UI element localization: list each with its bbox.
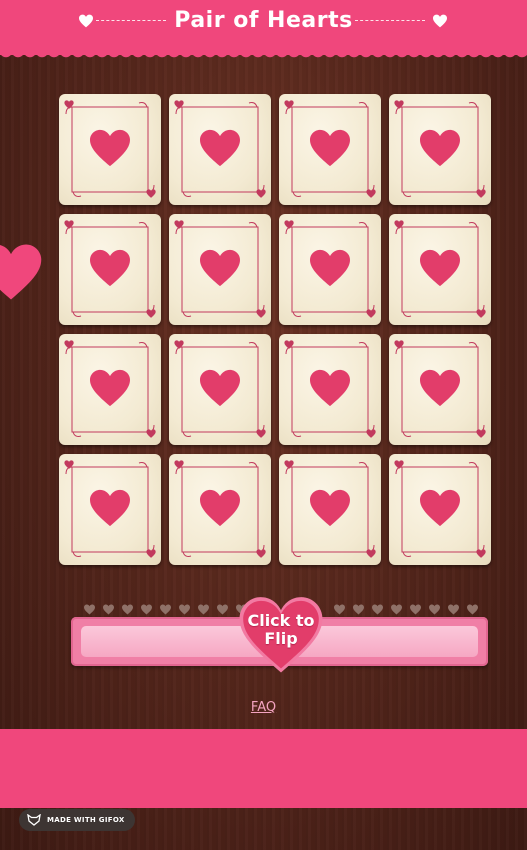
progress-dot-heart-icon: [178, 600, 191, 615]
corner-heart-icon: [256, 309, 266, 318]
progress-dot-heart-icon: [390, 600, 403, 615]
progress-dot-heart-icon: [428, 600, 441, 615]
card[interactable]: [59, 94, 161, 205]
corner-heart-icon: [476, 429, 486, 438]
heart-icon: [200, 129, 240, 167]
card[interactable]: [279, 94, 381, 205]
heart-icon: [310, 489, 350, 527]
progress-dots-left: [83, 600, 248, 615]
card[interactable]: [279, 334, 381, 445]
header-scallop-edge: [0, 51, 527, 63]
heart-icon: [433, 14, 447, 28]
card[interactable]: [169, 214, 271, 325]
corner-heart-icon: [146, 429, 156, 438]
title-divider-right: [355, 20, 425, 21]
progress-dot-heart-icon: [159, 600, 172, 615]
card[interactable]: [59, 334, 161, 445]
corner-heart-icon: [146, 549, 156, 558]
corner-heart-icon: [366, 309, 376, 318]
heart-icon: [420, 489, 460, 527]
card[interactable]: [389, 94, 491, 205]
progress-dot-heart-icon: [83, 600, 96, 615]
progress-dot-heart-icon: [371, 600, 384, 615]
progress-dot-heart-icon: [466, 600, 479, 615]
progress-dots-right: [333, 600, 479, 615]
progress-dot-heart-icon: [121, 600, 134, 615]
progress-dot-heart-icon: [216, 600, 229, 615]
card[interactable]: [389, 454, 491, 565]
footer-bar: [0, 729, 527, 808]
heart-icon: [310, 129, 350, 167]
progress-dot-heart-icon: [447, 600, 460, 615]
progress-dot-heart-icon: [333, 600, 346, 615]
card[interactable]: [59, 214, 161, 325]
card[interactable]: [279, 214, 381, 325]
fox-icon: [27, 814, 41, 826]
corner-heart-icon: [256, 549, 266, 558]
corner-heart-icon: [366, 429, 376, 438]
card[interactable]: [389, 334, 491, 445]
heart-icon: [310, 249, 350, 287]
heart-icon: [200, 369, 240, 407]
card[interactable]: [59, 454, 161, 565]
progress-dot-heart-icon: [140, 600, 153, 615]
corner-heart-icon: [476, 309, 486, 318]
heart-icon: [420, 249, 460, 287]
corner-heart-icon: [476, 189, 486, 198]
flip-heart-button[interactable]: [236, 595, 326, 675]
progress-dot-heart-icon: [197, 600, 210, 615]
card[interactable]: [169, 334, 271, 445]
corner-heart-icon: [366, 189, 376, 198]
progress-dot-heart-icon: [102, 600, 115, 615]
card-grid: [59, 94, 491, 565]
card[interactable]: [169, 454, 271, 565]
card[interactable]: [279, 454, 381, 565]
heart-icon: [420, 129, 460, 167]
corner-heart-icon: [476, 549, 486, 558]
progress-dot-heart-icon: [352, 600, 365, 615]
heart-icon: [90, 129, 130, 167]
corner-heart-icon: [146, 189, 156, 198]
side-heart-icon: [0, 244, 42, 300]
corner-heart-icon: [146, 309, 156, 318]
badge-label: MADE WITH GIFOX: [47, 816, 125, 824]
heart-icon: [200, 249, 240, 287]
made-with-gifox-badge[interactable]: MADE WITH GIFOX: [19, 809, 135, 831]
card[interactable]: [389, 214, 491, 325]
heart-icon: [90, 249, 130, 287]
corner-heart-icon: [256, 189, 266, 198]
heart-icon: [200, 489, 240, 527]
faq-link[interactable]: FAQ: [0, 700, 527, 715]
corner-heart-icon: [256, 429, 266, 438]
heart-icon: [90, 489, 130, 527]
progress-dot-heart-icon: [409, 600, 422, 615]
card[interactable]: [169, 94, 271, 205]
heart-icon: [90, 369, 130, 407]
heart-icon: [310, 369, 350, 407]
heart-icon: [420, 369, 460, 407]
corner-heart-icon: [366, 549, 376, 558]
